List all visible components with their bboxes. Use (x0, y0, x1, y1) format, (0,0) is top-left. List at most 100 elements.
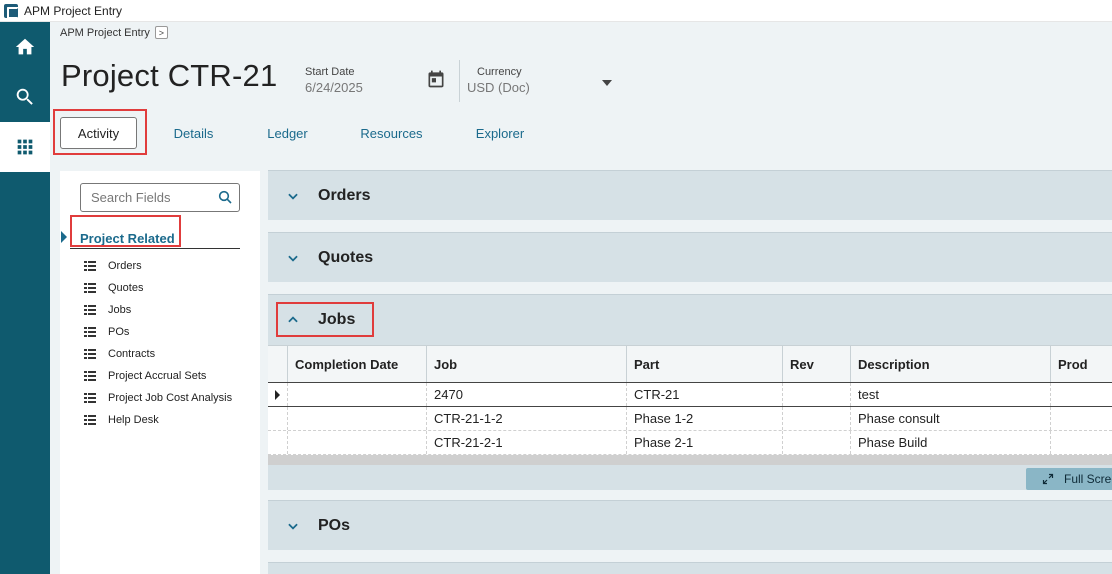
panel-title: Quotes (318, 249, 374, 266)
column-header[interactable]: Rev (783, 346, 851, 382)
row-selector[interactable] (268, 431, 288, 454)
field-navigator-panel: Project Related Orders Quotes Jobs POs C… (60, 171, 260, 574)
quotes-panel: Quotes (268, 232, 1112, 282)
grid-header-row: Completion Date Job Part Rev Description… (268, 345, 1112, 383)
calendar-icon[interactable] (426, 68, 446, 90)
main-content: APM Project Entry > Project CTR-21 Start… (50, 22, 1112, 574)
list-item[interactable]: Help Desk (84, 409, 232, 431)
orders-panel: Orders (268, 170, 1112, 220)
start-date-value: 6/24/2025 (305, 80, 363, 95)
table-cell[interactable]: test (851, 383, 1051, 406)
list-icon (84, 327, 96, 337)
list-icon (84, 261, 96, 271)
search-icon[interactable] (217, 189, 233, 205)
list-item[interactable]: Project Job Cost Analysis (84, 387, 232, 409)
pos-panel-header[interactable]: POs (268, 501, 1112, 551)
tab-details[interactable]: Details (137, 117, 250, 149)
jobs-panel: Jobs Completion Date Job Part Rev Descri… (268, 294, 1112, 490)
table-cell[interactable] (288, 431, 427, 454)
table-cell[interactable] (1051, 431, 1112, 454)
search-fields-input[interactable] (91, 190, 211, 205)
breadcrumb-expand-button[interactable]: > (154, 26, 168, 39)
tab-ledger[interactable]: Ledger (250, 117, 325, 149)
activity-tab-highlight (53, 109, 147, 155)
table-cell[interactable]: CTR-21 (627, 383, 783, 406)
table-row[interactable]: CTR-21-1-2 Phase 1-2 Phase consult (268, 407, 1112, 431)
section-divider (70, 248, 240, 249)
panel-title: POs (318, 517, 351, 534)
page-title: Project CTR-21 (61, 58, 278, 93)
breadcrumb-item[interactable]: APM Project Entry (60, 27, 150, 39)
full-screen-button[interactable]: Full Screen (1026, 468, 1112, 490)
apps-button[interactable] (0, 122, 50, 172)
table-cell[interactable] (783, 431, 851, 454)
next-panel-edge (268, 562, 1112, 574)
table-cell[interactable] (783, 407, 851, 430)
app-logo-icon (4, 3, 19, 19)
orders-panel-header[interactable]: Orders (268, 171, 1112, 221)
current-row-icon (275, 389, 280, 400)
chevron-down-icon (288, 255, 298, 262)
table-cell[interactable] (288, 407, 427, 430)
table-row[interactable]: CTR-21-2-1 Phase 2-1 Phase Build (268, 431, 1112, 455)
currency-label: Currency (477, 66, 522, 78)
search-icon (16, 88, 33, 105)
table-cell[interactable] (1051, 383, 1112, 406)
table-cell[interactable]: Phase Build (851, 431, 1051, 454)
window-title-bar: APM Project Entry (0, 0, 1112, 22)
header-separator (459, 60, 460, 102)
row-selector[interactable] (268, 383, 288, 406)
table-cell[interactable]: CTR-21-1-2 (427, 407, 627, 430)
chevron-down-icon[interactable] (602, 80, 612, 86)
chevron-down-icon (288, 193, 298, 200)
table-cell[interactable]: CTR-21-2-1 (427, 431, 627, 454)
field-list: Orders Quotes Jobs POs Contracts Project… (84, 255, 232, 431)
table-cell[interactable]: Phase 1-2 (627, 407, 783, 430)
search-nav-button[interactable] (0, 72, 50, 122)
start-date-field: Start Date 6/24/2025 (305, 66, 363, 95)
apps-grid-icon (17, 139, 33, 155)
currency-value: USD (Doc) (467, 80, 530, 95)
full-screen-label: Full Screen (1064, 472, 1112, 486)
list-icon (84, 393, 96, 403)
list-item[interactable]: Contracts (84, 343, 232, 365)
column-header[interactable]: Completion Date (288, 346, 427, 382)
list-icon (84, 349, 96, 359)
column-header[interactable]: Job (427, 346, 627, 382)
home-icon (15, 38, 35, 55)
currency-dropdown[interactable]: Currency USD (Doc) (467, 66, 530, 95)
list-item[interactable]: Project Accrual Sets (84, 365, 232, 387)
window-title: APM Project Entry (24, 3, 123, 18)
table-cell[interactable]: 2470 (427, 383, 627, 406)
project-related-highlight (70, 215, 181, 247)
table-cell[interactable] (1051, 407, 1112, 430)
column-header[interactable]: Prod (1051, 346, 1112, 382)
grid-footer: Full Screen (268, 465, 1112, 490)
table-cell[interactable] (783, 383, 851, 406)
jobs-header-highlight (276, 302, 374, 337)
row-selector-header (268, 346, 288, 382)
breadcrumb: APM Project Entry > (60, 26, 168, 39)
table-cell[interactable]: Phase consult (851, 407, 1051, 430)
row-selector[interactable] (268, 407, 288, 430)
table-cell[interactable] (288, 383, 427, 406)
table-row[interactable]: 2470 CTR-21 test (268, 383, 1112, 407)
quotes-panel-header[interactable]: Quotes (268, 233, 1112, 283)
list-icon (84, 415, 96, 425)
start-date-label: Start Date (305, 66, 355, 78)
list-item[interactable]: Quotes (84, 277, 232, 299)
tab-explorer[interactable]: Explorer (458, 117, 542, 149)
home-button[interactable] (0, 22, 50, 72)
column-header[interactable]: Part (627, 346, 783, 382)
table-cell[interactable]: Phase 2-1 (627, 431, 783, 454)
column-header[interactable]: Description (851, 346, 1051, 382)
list-item[interactable]: POs (84, 321, 232, 343)
tab-resources[interactable]: Resources (325, 117, 458, 149)
search-fields-box (80, 183, 240, 212)
section-expanded-marker (61, 231, 67, 243)
list-item[interactable]: Orders (84, 255, 232, 277)
list-item[interactable]: Jobs (84, 299, 232, 321)
horizontal-scrollbar[interactable] (268, 455, 1112, 465)
jobs-panel-header[interactable]: Jobs (268, 295, 1112, 345)
list-icon (84, 283, 96, 293)
